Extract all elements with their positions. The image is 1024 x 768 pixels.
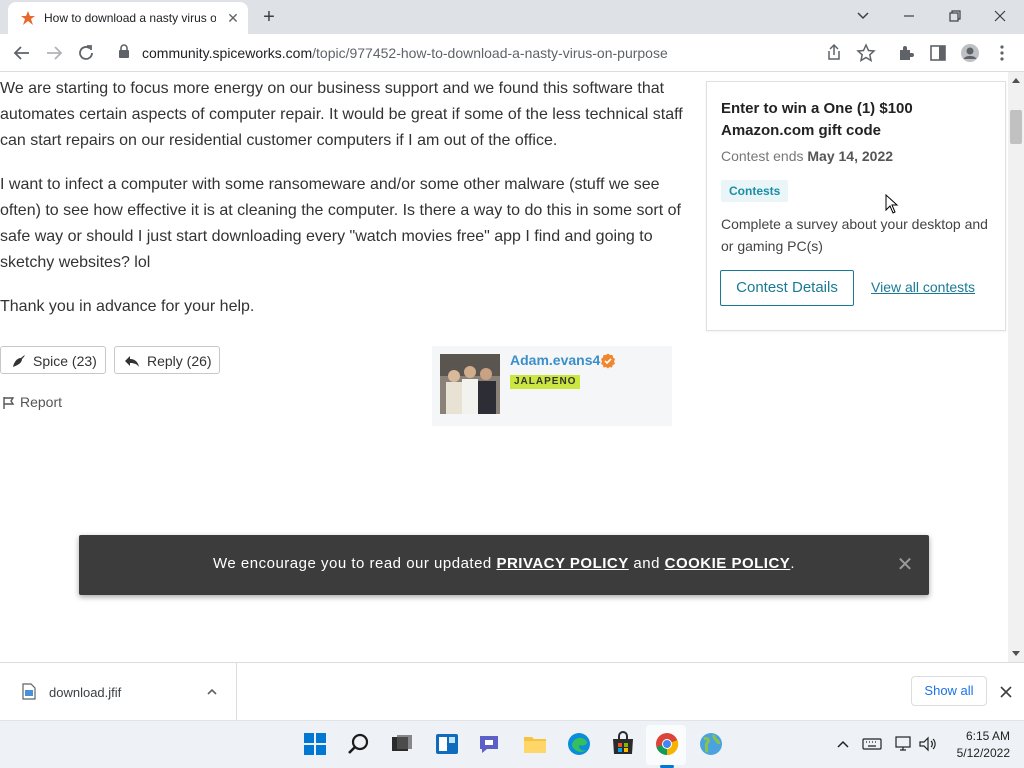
taskbar-clock-date[interactable]: 5/12/2022: [948, 746, 1010, 760]
back-icon[interactable]: [10, 42, 34, 64]
browser-tab[interactable]: How to download a nasty virus on purpose…: [8, 2, 248, 34]
contest-ends-prefix: Contest ends: [721, 148, 804, 164]
cookie-banner-text: We encourage you to read our updated PRI…: [79, 555, 929, 572]
spice-button-label: Spice (23): [33, 353, 97, 369]
chrome-browser-icon[interactable]: [654, 731, 680, 757]
author-name-link[interactable]: Adam.evans4: [510, 352, 600, 368]
restore-icon[interactable]: [941, 4, 969, 28]
close-window-icon[interactable]: [986, 4, 1014, 28]
share-icon[interactable]: [822, 42, 846, 64]
volume-icon[interactable]: [918, 735, 938, 753]
contests-tag[interactable]: Contests: [721, 180, 789, 202]
tray-chevron-up-icon[interactable]: [836, 737, 850, 751]
tab-close-icon[interactable]: ✕: [224, 9, 242, 27]
bookmark-star-icon[interactable]: [854, 42, 878, 64]
chevron-up-icon[interactable]: [205, 685, 219, 699]
post-paragraph-3: Thank you in advance for your help.: [0, 298, 255, 315]
contest-ends: Contest ends May 14, 2022: [721, 148, 893, 164]
scroll-down-arrow-icon[interactable]: [1011, 650, 1021, 658]
search-icon[interactable]: [346, 731, 372, 757]
lock-icon[interactable]: [118, 44, 130, 58]
windows-start-icon[interactable]: [302, 731, 328, 757]
reply-arrow-icon: [125, 356, 139, 367]
profile-avatar-icon[interactable]: [958, 42, 982, 64]
post-paragraph-2: I want to infect a computer with some ra…: [0, 176, 681, 271]
author-avatar[interactable]: [440, 354, 500, 414]
spice-button[interactable]: Spice (23): [0, 346, 106, 374]
view-all-contests-link[interactable]: View all contests: [871, 279, 975, 295]
post-paragraph-1: We are starting to focus more energy on …: [0, 80, 683, 149]
spiceworks-favicon-icon: [21, 11, 35, 25]
contest-title: Enter to win a One (1) $100 Amazon.com g…: [721, 100, 913, 139]
side-panel-icon[interactable]: [926, 42, 950, 64]
verified-badge-icon: [601, 353, 615, 369]
contest-ends-date: May 14, 2022: [807, 148, 894, 164]
menu-kebab-icon[interactable]: [990, 42, 1014, 64]
flag-icon: [3, 397, 15, 409]
cookie-policy-link[interactable]: COOKIE POLICY: [665, 555, 791, 572]
cookie-text-middle: and: [633, 555, 660, 572]
cookie-banner-close-icon[interactable]: ✕: [895, 555, 915, 575]
downloads-close-icon[interactable]: [997, 683, 1015, 701]
new-tab-icon[interactable]: +: [258, 6, 280, 28]
scroll-thumb[interactable]: [1010, 110, 1022, 144]
keyboard-icon[interactable]: [862, 736, 882, 752]
contest-widget: Enter to win a One (1) $100 Amazon.com g…: [706, 81, 1006, 331]
tab-strip: How to download a nasty virus on purpose…: [0, 0, 1024, 34]
page-scrollbar[interactable]: [1008, 72, 1024, 662]
file-icon: [22, 683, 36, 700]
show-all-downloads-button[interactable]: Show all: [911, 676, 987, 706]
tab-search-chevron-icon[interactable]: [849, 4, 877, 28]
author-photo-image: [440, 354, 500, 414]
url-host: community.spiceworks.com: [142, 45, 313, 61]
browser-toolbar: community.spiceworks.com/topic/977452-ho…: [0, 34, 1024, 72]
taskbar-clock-time[interactable]: 6:15 AM: [948, 729, 1010, 743]
extensions-icon[interactable]: [894, 42, 918, 64]
cookie-text-after: .: [790, 555, 795, 572]
network-monitor-icon[interactable]: [894, 735, 914, 753]
privacy-policy-link[interactable]: PRIVACY POLICY: [496, 555, 628, 572]
download-item[interactable]: download.jfif: [0, 663, 237, 721]
contest-details-button[interactable]: Contest Details: [720, 270, 854, 306]
report-label: Report: [20, 394, 63, 410]
network-globe-app-icon[interactable]: [698, 731, 724, 757]
reload-icon[interactable]: [74, 42, 98, 64]
cookie-text-before: We encourage you to read our updated: [213, 555, 492, 572]
author-card: Adam.evans4 JALAPENO: [432, 346, 672, 426]
chat-icon[interactable]: [477, 731, 503, 757]
address-bar[interactable]: community.spiceworks.com/topic/977452-ho…: [112, 37, 886, 67]
download-file-name: download.jfif: [49, 685, 122, 700]
task-view-icon[interactable]: [389, 731, 415, 757]
reply-button-label: Reply (26): [147, 353, 212, 369]
scroll-up-arrow-icon[interactable]: [1011, 76, 1021, 84]
pepper-icon: [13, 355, 25, 367]
url-text[interactable]: community.spiceworks.com/topic/977452-ho…: [142, 45, 668, 61]
mouse-cursor-icon: [885, 194, 899, 214]
windows-taskbar: 6:15 AM 5/12/2022: [0, 720, 1024, 768]
minimize-icon[interactable]: [895, 4, 923, 28]
downloads-bar: download.jfif Show all: [0, 662, 1024, 721]
widgets-icon[interactable]: [434, 731, 460, 757]
reply-button[interactable]: Reply (26): [114, 346, 220, 374]
file-explorer-icon[interactable]: [522, 731, 548, 757]
url-path: /topic/977452-how-to-download-a-nasty-vi…: [312, 45, 668, 61]
edge-browser-icon[interactable]: [566, 731, 592, 757]
cookie-banner: We encourage you to read our updated PRI…: [79, 535, 929, 595]
contest-description: Complete a survey about your desktop and…: [721, 216, 988, 254]
rank-badge: JALAPENO: [510, 375, 581, 389]
tab-title: How to download a nasty virus on purpose: [44, 11, 216, 25]
microsoft-store-icon[interactable]: [610, 731, 636, 757]
forward-icon[interactable]: [42, 42, 66, 64]
page-content: We are starting to focus more energy on …: [0, 72, 1008, 662]
